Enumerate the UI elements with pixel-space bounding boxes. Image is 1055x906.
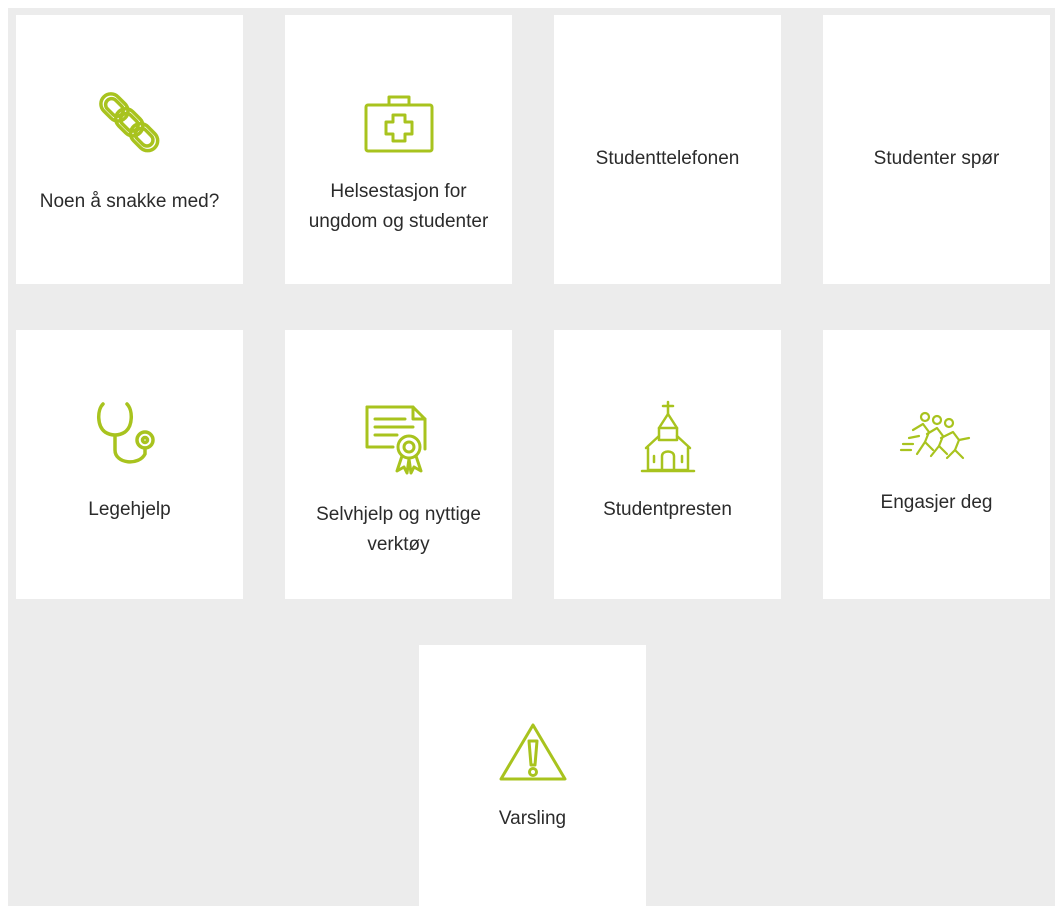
tile-label: Studentpresten xyxy=(603,499,732,520)
tile-label: Studenter spør xyxy=(873,148,1000,169)
tile-selvhjelp[interactable]: Selvhjelp og nyttige verktøy xyxy=(285,330,512,599)
church-icon xyxy=(638,400,698,474)
tile-legehjelp[interactable]: Legehjelp xyxy=(16,330,243,599)
tile-label: Helsestasjon for ungdom og studenter xyxy=(308,181,489,232)
certificate-icon xyxy=(361,401,437,475)
warning-triangle-icon xyxy=(498,721,568,783)
tile-grid: Noen å snakke med? Helsestasjon for ungd… xyxy=(8,8,1055,906)
chain-link-icon xyxy=(89,82,171,164)
tile-varsling[interactable]: Varsling xyxy=(419,645,646,906)
tile-helsestasjon[interactable]: Helsestasjon for ungdom og studenter xyxy=(285,15,512,284)
tile-label: Engasjer deg xyxy=(880,492,993,513)
tile-label: Varsling xyxy=(498,808,567,829)
running-people-icon xyxy=(899,410,975,460)
tile-label: Selvhjelp og nyttige verktøy xyxy=(316,504,481,555)
tile-studenter-spor[interactable]: Studenter spør xyxy=(823,15,1050,284)
tile-label: Studenttelefonen xyxy=(595,148,740,169)
first-aid-kit-icon xyxy=(362,91,436,155)
stethoscope-icon xyxy=(93,398,167,472)
tile-studenttelefonen[interactable]: Studenttelefonen xyxy=(554,15,781,284)
tile-label: Legehjelp xyxy=(88,499,171,520)
tile-engasjer-deg[interactable]: Engasjer deg xyxy=(823,330,1050,599)
tile-studentpresten[interactable]: Studentpresten xyxy=(554,330,781,599)
tile-noen-a-snakke-med[interactable]: Noen å snakke med? xyxy=(16,15,243,284)
tile-label: Noen å snakke med? xyxy=(39,191,220,212)
